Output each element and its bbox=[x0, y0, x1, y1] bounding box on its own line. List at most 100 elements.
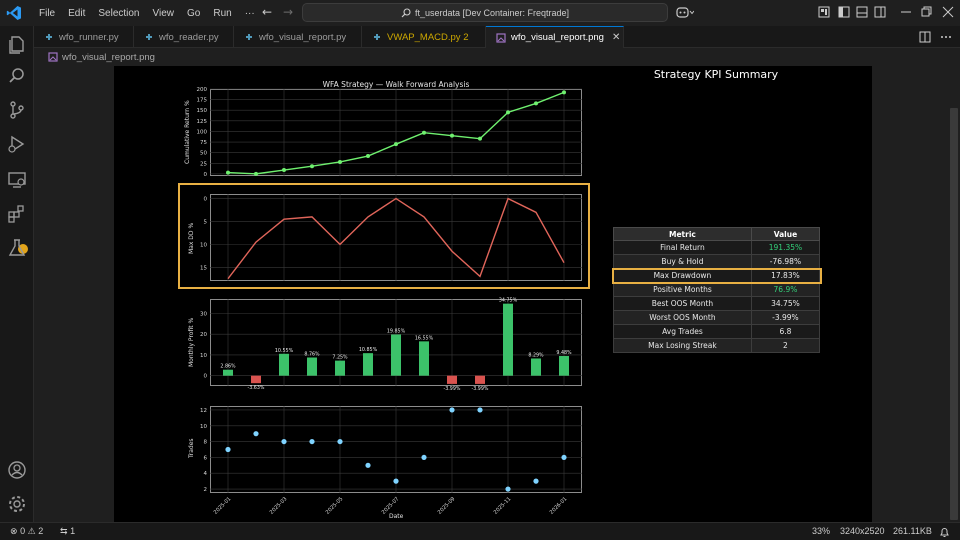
kpi-value-cell: 6.8 bbox=[750, 324, 821, 339]
manage-gear-icon[interactable] bbox=[7, 494, 27, 514]
kpi-metric-cell: Positive Months bbox=[613, 282, 752, 297]
close-window-icon[interactable] bbox=[942, 6, 954, 18]
y-tick-label: 150 bbox=[197, 108, 208, 114]
kpi-value-cell: 191.35% bbox=[750, 240, 821, 255]
kpi-metric-cell: Best OOS Month bbox=[613, 296, 752, 311]
menu-go[interactable]: Go bbox=[187, 8, 200, 19]
ports-icon: ⇆ bbox=[60, 526, 68, 536]
zoom-level[interactable]: 33% bbox=[812, 526, 830, 536]
source-control-icon[interactable] bbox=[7, 100, 27, 120]
customize-layout-icon[interactable] bbox=[818, 6, 830, 18]
x-axis-label: Date bbox=[389, 513, 404, 520]
bar bbox=[335, 360, 345, 376]
x-tick-label: 2025-09 bbox=[437, 496, 457, 516]
bar-data-label: 10.55% bbox=[275, 348, 294, 354]
tab-wfo-reader[interactable]: wfo_reader.py bbox=[134, 26, 234, 48]
copilot-icon[interactable] bbox=[676, 6, 694, 19]
y-tick-label: 25 bbox=[200, 161, 207, 167]
testing-flask-icon[interactable] bbox=[7, 238, 27, 258]
remote-explorer-icon[interactable] bbox=[7, 170, 27, 190]
kpi-value-cell: -3.99% bbox=[750, 310, 821, 325]
bar bbox=[251, 375, 261, 384]
warning-count: 2 bbox=[38, 526, 44, 536]
error-count: 0 bbox=[20, 526, 26, 536]
split-editor-icon[interactable] bbox=[919, 31, 931, 43]
x-tick-label: 2025-01 bbox=[213, 496, 233, 516]
bar-data-label: 9.48% bbox=[556, 350, 572, 356]
menu-run[interactable]: Run bbox=[213, 8, 231, 19]
bar-data-label: 7.25% bbox=[332, 355, 348, 361]
kpi-header-metric: Metric bbox=[613, 227, 752, 241]
x-tick-label: 2025-11 bbox=[493, 496, 513, 516]
data-point bbox=[225, 446, 231, 453]
restore-icon[interactable] bbox=[920, 6, 932, 18]
menu-selection[interactable]: Selection bbox=[98, 8, 139, 19]
bar-data-label: 8.76% bbox=[304, 351, 320, 357]
search-icon[interactable] bbox=[7, 66, 27, 86]
run-debug-icon[interactable] bbox=[7, 134, 27, 154]
data-point bbox=[281, 438, 287, 445]
breadcrumb[interactable]: wfo_visual_report.png bbox=[34, 48, 960, 66]
bar bbox=[559, 356, 569, 376]
more-actions-icon[interactable] bbox=[940, 31, 952, 43]
data-point bbox=[394, 142, 398, 147]
data-point bbox=[478, 136, 482, 141]
image-filesize: 261.11KB bbox=[893, 526, 932, 536]
toggle-primary-sidebar-icon[interactable] bbox=[838, 6, 850, 18]
ports-count: 1 bbox=[70, 526, 76, 536]
command-center-text: ft_userdata [Dev Container: Freqtrade] bbox=[414, 7, 570, 18]
minimize-icon[interactable] bbox=[900, 6, 912, 18]
editor-scrollbar[interactable] bbox=[950, 108, 958, 520]
y-tick-label: 75 bbox=[200, 140, 207, 146]
toggle-secondary-sidebar-icon[interactable] bbox=[874, 6, 886, 18]
trades-chart: 246810122025-01 2025-03 2025-05 2025-07 2025… bbox=[200, 406, 582, 516]
toggle-panel-icon[interactable] bbox=[856, 6, 868, 18]
tab-label: wfo_visual_report.png bbox=[511, 32, 604, 43]
bar bbox=[531, 358, 541, 376]
data-point bbox=[421, 454, 427, 461]
data-point bbox=[534, 101, 538, 106]
kpi-row: Positive Months 76.9% bbox=[613, 282, 821, 297]
kpi-value-cell: 2 bbox=[750, 338, 821, 353]
ports-indicator[interactable]: ⇆ 1 bbox=[60, 526, 75, 537]
data-point bbox=[477, 407, 483, 413]
menu-view[interactable]: View bbox=[153, 8, 175, 19]
data-point bbox=[561, 454, 567, 461]
bar-data-label: -3.63% bbox=[248, 385, 265, 391]
python-icon bbox=[46, 34, 52, 40]
account-icon[interactable] bbox=[7, 460, 27, 480]
data-point bbox=[450, 133, 454, 138]
tab-wfo-visual-report-png[interactable]: wfo_visual_report.png ✕ bbox=[486, 26, 624, 48]
kpi-header-value: Value bbox=[750, 227, 821, 241]
title-bar: File Edit Selection View Go Run ··· ← → … bbox=[0, 0, 960, 26]
breadcrumb-label: wfo_visual_report.png bbox=[62, 51, 155, 63]
command-center-search[interactable]: ft_userdata [Dev Container: Freqtrade] bbox=[302, 3, 668, 22]
vscode-logo-icon[interactable] bbox=[6, 5, 22, 21]
menu-edit[interactable]: Edit bbox=[68, 8, 85, 19]
menu-file[interactable]: File bbox=[39, 8, 55, 19]
menu-more[interactable]: ··· bbox=[245, 8, 255, 19]
extensions-icon[interactable] bbox=[7, 204, 27, 224]
y-tick-label: 12 bbox=[200, 408, 207, 414]
problems-indicator[interactable]: ⊗ 0 ⚠ 2 bbox=[10, 526, 43, 537]
back-arrow-icon[interactable]: ← bbox=[262, 5, 272, 19]
explorer-icon[interactable] bbox=[7, 34, 27, 54]
tab-vwap-macd[interactable]: VWAP_MACD.py 2 bbox=[362, 26, 486, 48]
y-tick-label: 100 bbox=[197, 129, 208, 135]
y-tick-label: 10 bbox=[200, 424, 207, 430]
kpi-metric-cell: Worst OOS Month bbox=[613, 310, 752, 325]
image-icon bbox=[496, 32, 506, 43]
notifications-bell-icon[interactable] bbox=[939, 527, 950, 538]
tab-wfo-runner[interactable]: wfo_runner.py bbox=[34, 26, 134, 48]
y-tick-label: 20 bbox=[200, 332, 207, 338]
bar-data-label: 8.29% bbox=[528, 352, 544, 358]
y-axis-label: Cumulative Return % bbox=[184, 100, 191, 164]
tab-wfo-visual-report-py[interactable]: wfo_visual_report.py bbox=[234, 26, 362, 48]
y-tick-label: 10 bbox=[200, 353, 207, 359]
kpi-row: Final Return 191.35% bbox=[613, 240, 821, 255]
data-point bbox=[449, 407, 455, 413]
forward-arrow-icon[interactable]: → bbox=[283, 5, 293, 19]
bar-data-label: 16.55% bbox=[415, 335, 434, 341]
close-tab-icon[interactable]: ✕ bbox=[612, 32, 620, 43]
kpi-row: Buy & Hold -76.98% bbox=[613, 254, 821, 269]
